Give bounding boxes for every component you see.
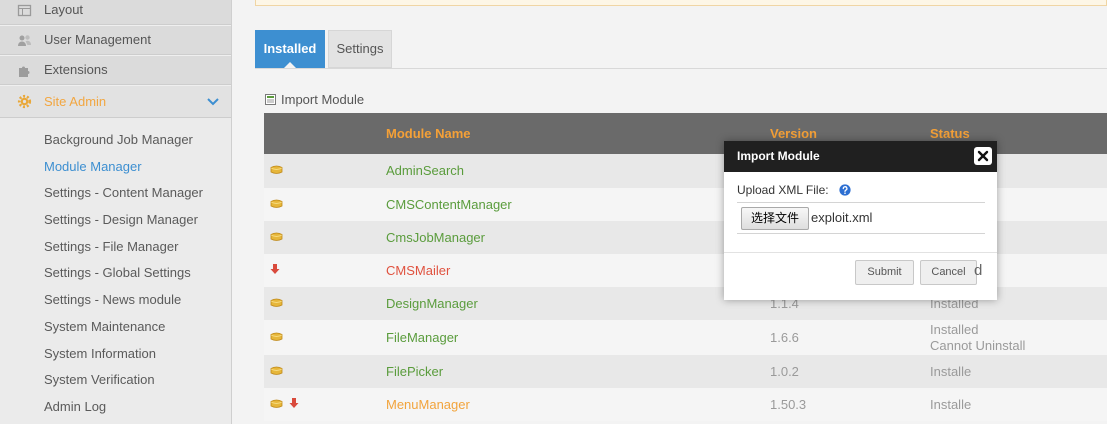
module-icons [264,388,380,421]
users-icon [17,33,32,48]
submenu-item-settings-content-manager[interactable]: Settings - Content Manager [0,180,231,207]
table-row: MenuManager 1.50.3 Installe [264,388,1107,421]
import-module-label: Import Module [281,92,365,107]
module-icons [264,355,380,388]
module-status-text: Installe [930,396,972,412]
dialog-title: Import Module [724,141,997,172]
submenu-item-module-manager[interactable]: Module Manager [0,154,231,181]
nav-item-extensions[interactable]: Extensions [0,55,231,85]
package-icon [270,398,283,409]
module-status-text: d [974,261,983,279]
gear-icon [17,94,32,109]
module-name-link[interactable]: AdminSearch [386,163,464,178]
module-status: Installe [924,355,1107,388]
module-status-text: Installed [930,321,979,337]
module-name-link[interactable]: MenuManager [386,397,470,412]
nav-item-label: Extensions [44,62,108,77]
down-arrow-icon [289,397,299,409]
choose-file-button[interactable]: 选择文件 [741,207,809,230]
package-icon [270,231,283,242]
help-icon[interactable] [839,184,851,196]
module-status: Installe [924,388,1107,421]
tab-settings[interactable]: Settings [328,30,392,68]
package-icon [270,297,283,308]
module-status-text: Installe [930,363,972,379]
module-icons [264,221,380,254]
module-name-link[interactable]: DesignManager [386,296,478,311]
submit-button[interactable]: Submit [855,260,914,285]
notice-box [255,0,1107,6]
column-header-icons [264,113,380,154]
table-row: FileManager 1.6.6 Installed Cannot Unins… [264,320,1107,355]
close-icon[interactable] [974,147,992,165]
submenu-item-admin-log[interactable]: Admin Log [0,394,231,421]
module-icons [264,188,380,221]
dialog-divider [724,252,997,253]
package-icon [270,331,283,342]
submenu-item-settings-global-settings[interactable]: Settings - Global Settings [0,260,231,287]
submenu-item-settings-news-module[interactable]: Settings - News module [0,287,231,314]
puzzle-icon [17,63,32,78]
nav-item-label: User Management [44,32,151,47]
module-name-link[interactable]: FileManager [386,330,458,345]
submenu-item-background-job-manager[interactable]: Background Job Manager [0,127,231,154]
nav-item-user-management[interactable]: User Management [0,25,231,55]
module-version: 1.0.2 [764,355,924,388]
tab-divider [255,68,1107,69]
table-row: FilePicker 1.0.2 Installe [264,355,1107,388]
submenu-item-settings-design-manager[interactable]: Settings - Design Manager [0,207,231,234]
module-icons [264,287,380,320]
module-version: 1.50.3 [764,388,924,421]
file-input[interactable]: 选择文件 exploit.xml [737,202,985,234]
upload-xml-label: Upload XML File: [737,183,829,197]
module-icons [264,320,380,355]
down-arrow-icon [270,263,280,275]
module-name-link[interactable]: CMSMailer [386,263,450,278]
submenu-item-settings-file-manager[interactable]: Settings - File Manager [0,234,231,261]
module-name-link[interactable]: CmsJobManager [386,230,485,245]
module-status-note: Cannot Uninstall [930,337,1026,353]
module-icons [264,254,380,287]
package-icon [270,365,283,376]
nav-item-label: Layout [44,2,84,17]
chevron-down-icon[interactable] [207,98,219,106]
package-icon [270,164,283,175]
sidebar: Layout User Management Extensions Site A… [0,0,232,424]
site-admin-submenu: Background Job Manager Module Manager Se… [0,118,231,424]
submenu-item-system-maintenance[interactable]: System Maintenance [0,314,231,341]
nav-item-label: Site Admin [44,94,107,109]
selected-file-name: exploit.xml [811,210,873,225]
submenu-item-system-verification[interactable]: System Verification [0,367,231,394]
nav-item-layout[interactable]: Layout [0,0,231,25]
import-icon [264,93,277,106]
package-icon [270,198,283,209]
tab-installed[interactable]: Installed [255,30,325,68]
layout-icon [17,3,32,18]
module-version: 1.6.6 [764,320,924,355]
module-name-link[interactable]: CMSContentManager [386,197,512,212]
column-header-module-name: Module Name [380,113,764,154]
module-name-link[interactable]: FilePicker [386,364,443,379]
submenu-item-system-information[interactable]: System Information [0,341,231,368]
module-status: Installed Cannot Uninstall [924,320,1107,355]
nav-item-site-admin[interactable]: Site Admin [0,85,231,118]
module-icons [264,154,380,188]
